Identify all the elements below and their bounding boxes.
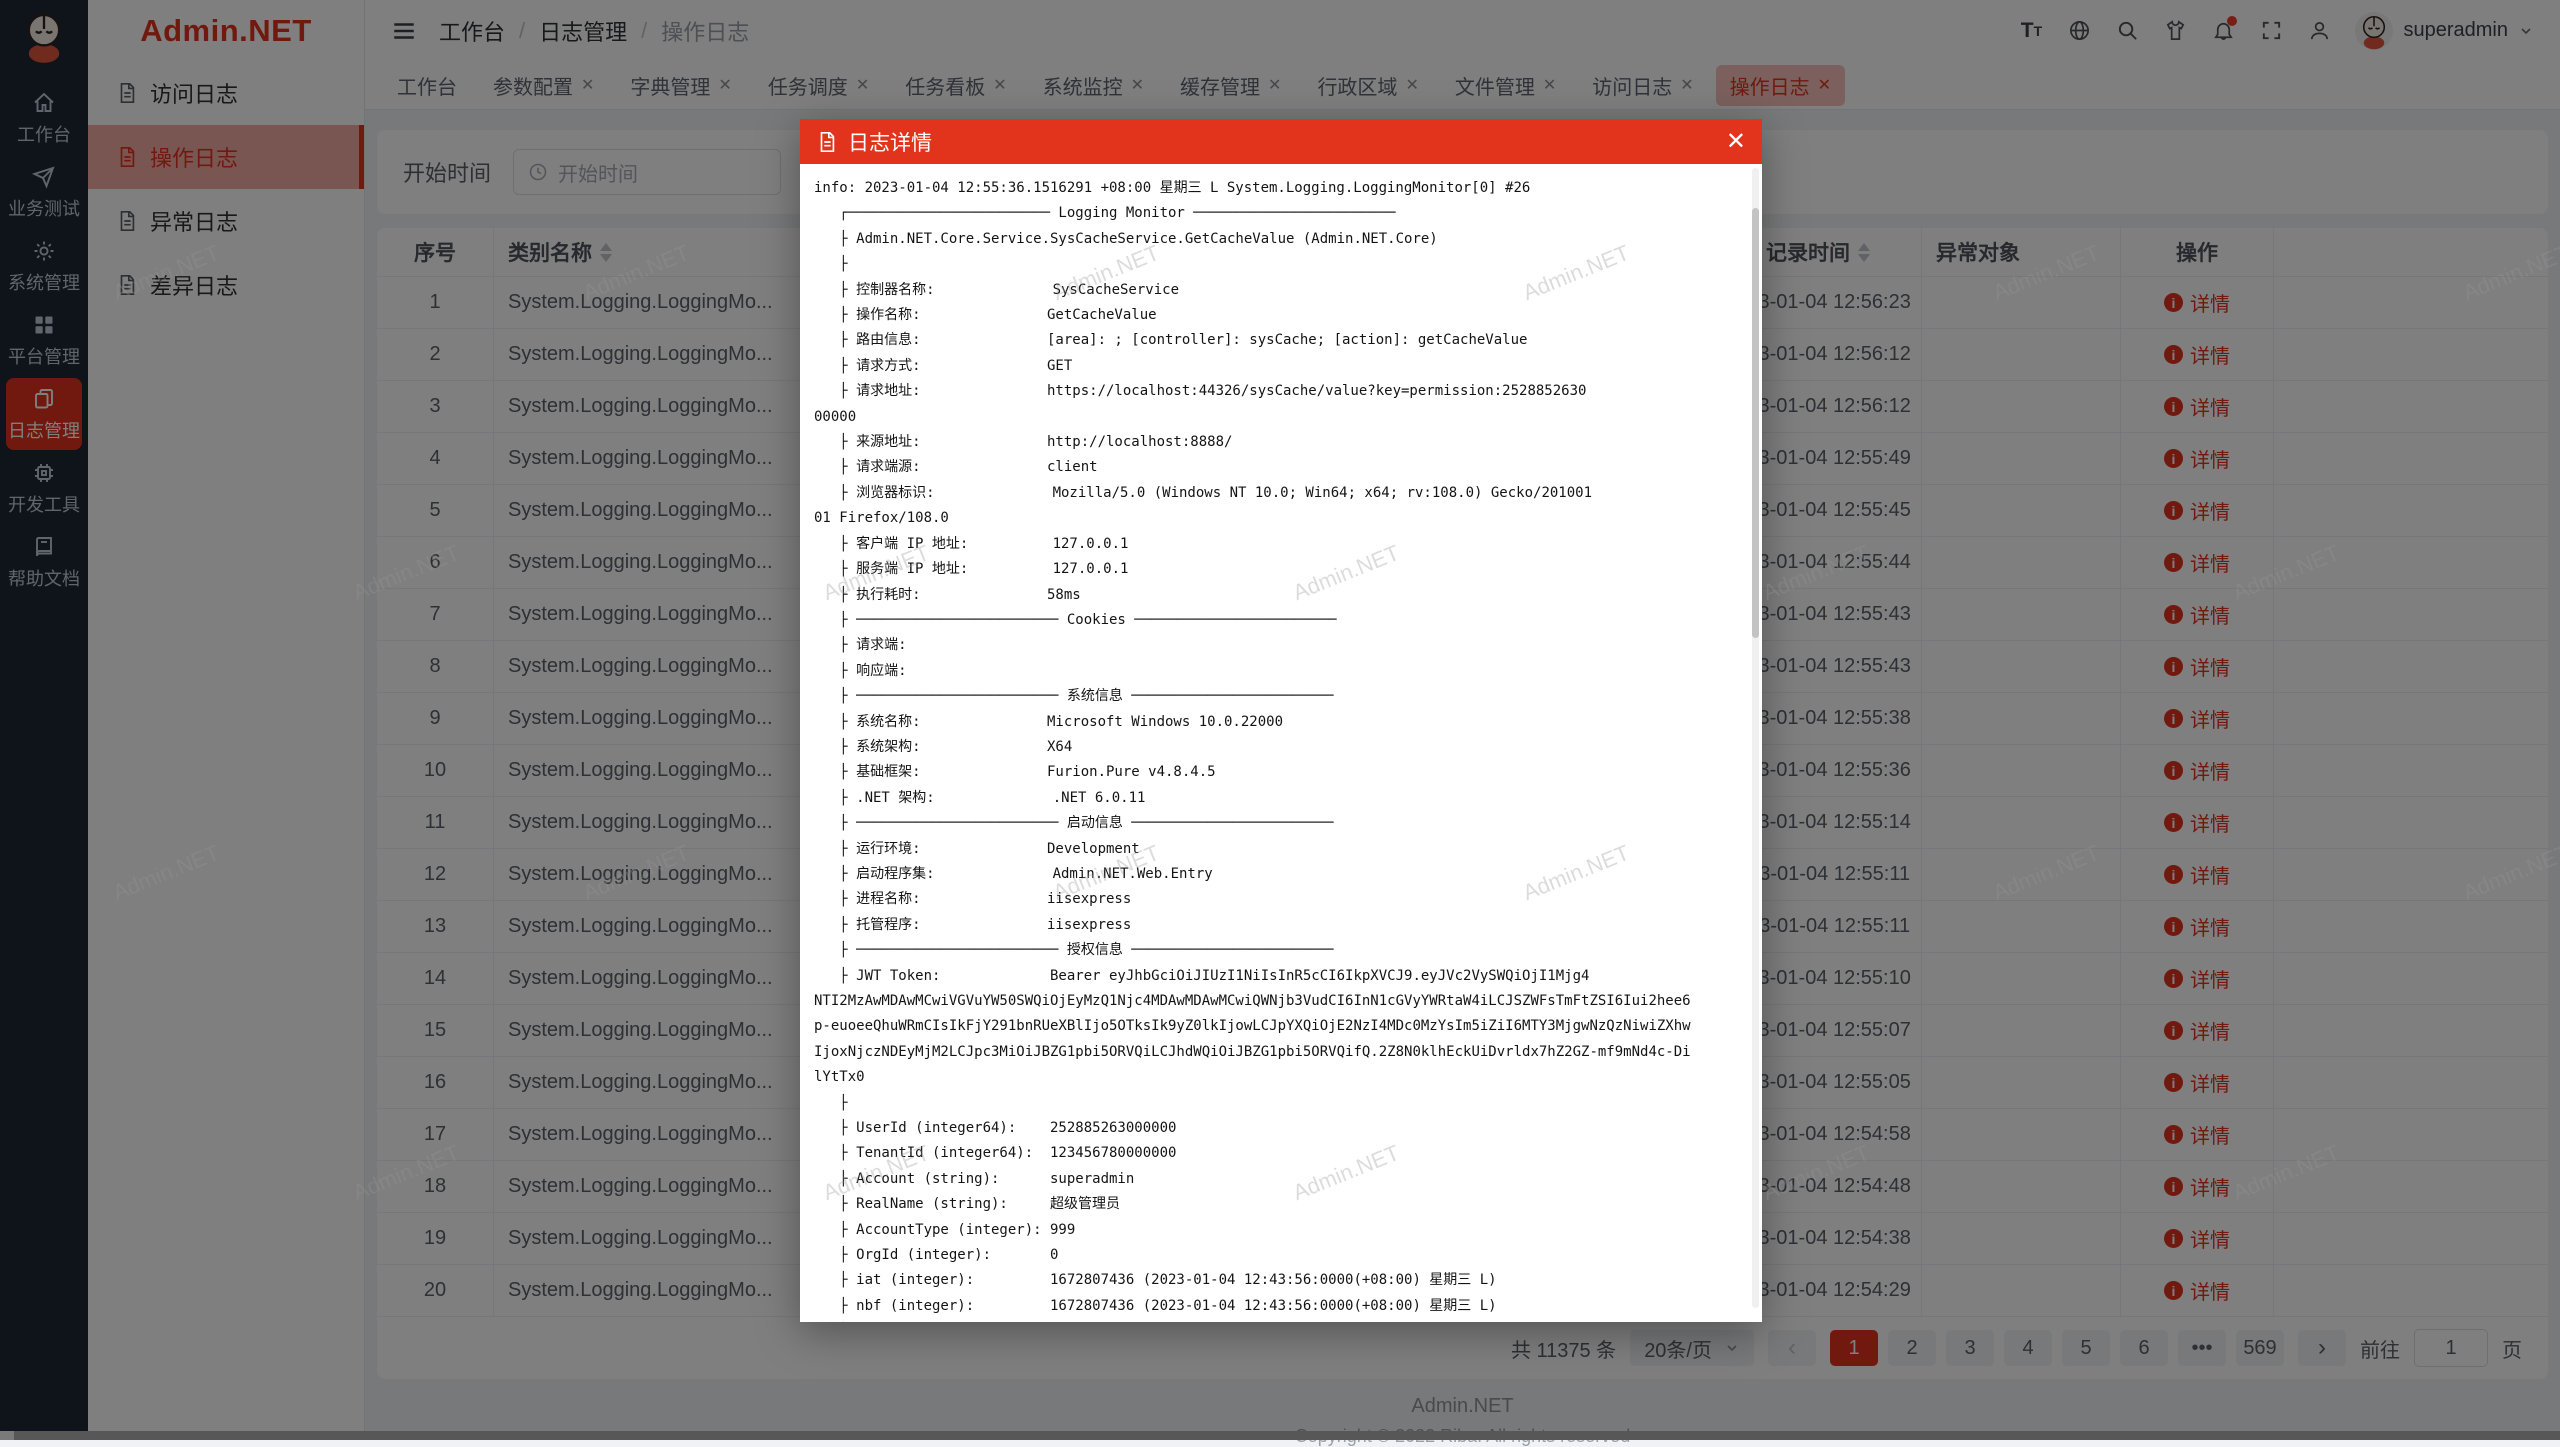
dialog-body: info: 2023-01-04 12:55:36.1516291 +08:00… xyxy=(800,164,1762,1322)
close-icon[interactable]: ✕ xyxy=(1726,130,1746,154)
log-detail-text: info: 2023-01-04 12:55:36.1516291 +08:00… xyxy=(814,176,1744,1322)
dialog-scrollbar[interactable] xyxy=(1752,168,1759,1308)
scrollbar-thumb[interactable] xyxy=(1752,208,1759,638)
dialog-title: 日志详情 xyxy=(848,127,932,157)
dialog-header: 日志详情 ✕ xyxy=(800,119,1762,164)
log-detail-dialog: 日志详情 ✕ info: 2023-01-04 12:55:36.1516291… xyxy=(800,119,1762,1322)
document-icon xyxy=(816,131,838,153)
